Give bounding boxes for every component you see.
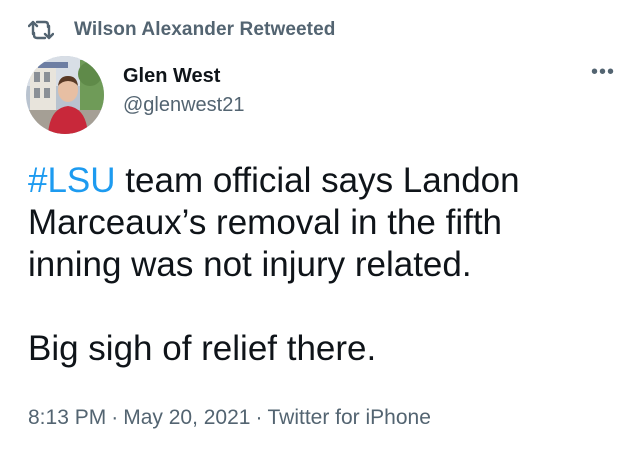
tweet-text: #LSU team official says Landon Marceaux’… <box>28 160 618 370</box>
social-context[interactable]: Wilson Alexander Retweeted <box>28 16 335 44</box>
hashtag-link[interactable]: #LSU <box>28 161 116 200</box>
tweet-source[interactable]: Twitter for iPhone <box>267 406 430 429</box>
tweet-metadata: 8:13 PM · May 20, 2021 · Twitter for iPhone <box>28 406 431 430</box>
author-names: Glen West @glenwest21 <box>123 64 244 118</box>
tweet-line-2: Marceaux’s removal in the fifth <box>28 203 503 242</box>
tweet-line-4: Big sigh of relief there. <box>28 329 377 368</box>
more-options-button[interactable]: ••• <box>588 62 618 82</box>
tweet-header: Glen West @glenwest21 ••• <box>26 56 624 136</box>
meta-separator: · <box>111 406 119 429</box>
more-dots-icon: ••• <box>590 61 615 83</box>
tweet-date[interactable]: May 20, 2021 <box>123 406 250 429</box>
display-name[interactable]: Glen West <box>123 64 244 88</box>
avatar[interactable] <box>26 56 104 134</box>
tweet-time[interactable]: 8:13 PM <box>28 406 106 429</box>
retweet-icon <box>28 19 54 41</box>
tweet-line-3: inning was not injury related. <box>28 245 472 284</box>
meta-separator: · <box>255 406 263 429</box>
tweet-line-1: #LSU team official says Landon <box>28 160 618 202</box>
retweeted-by-text[interactable]: Wilson Alexander Retweeted <box>74 19 335 41</box>
tweet-line-1-rest: team official says Landon <box>115 161 520 200</box>
user-handle[interactable]: @glenwest21 <box>123 92 244 118</box>
